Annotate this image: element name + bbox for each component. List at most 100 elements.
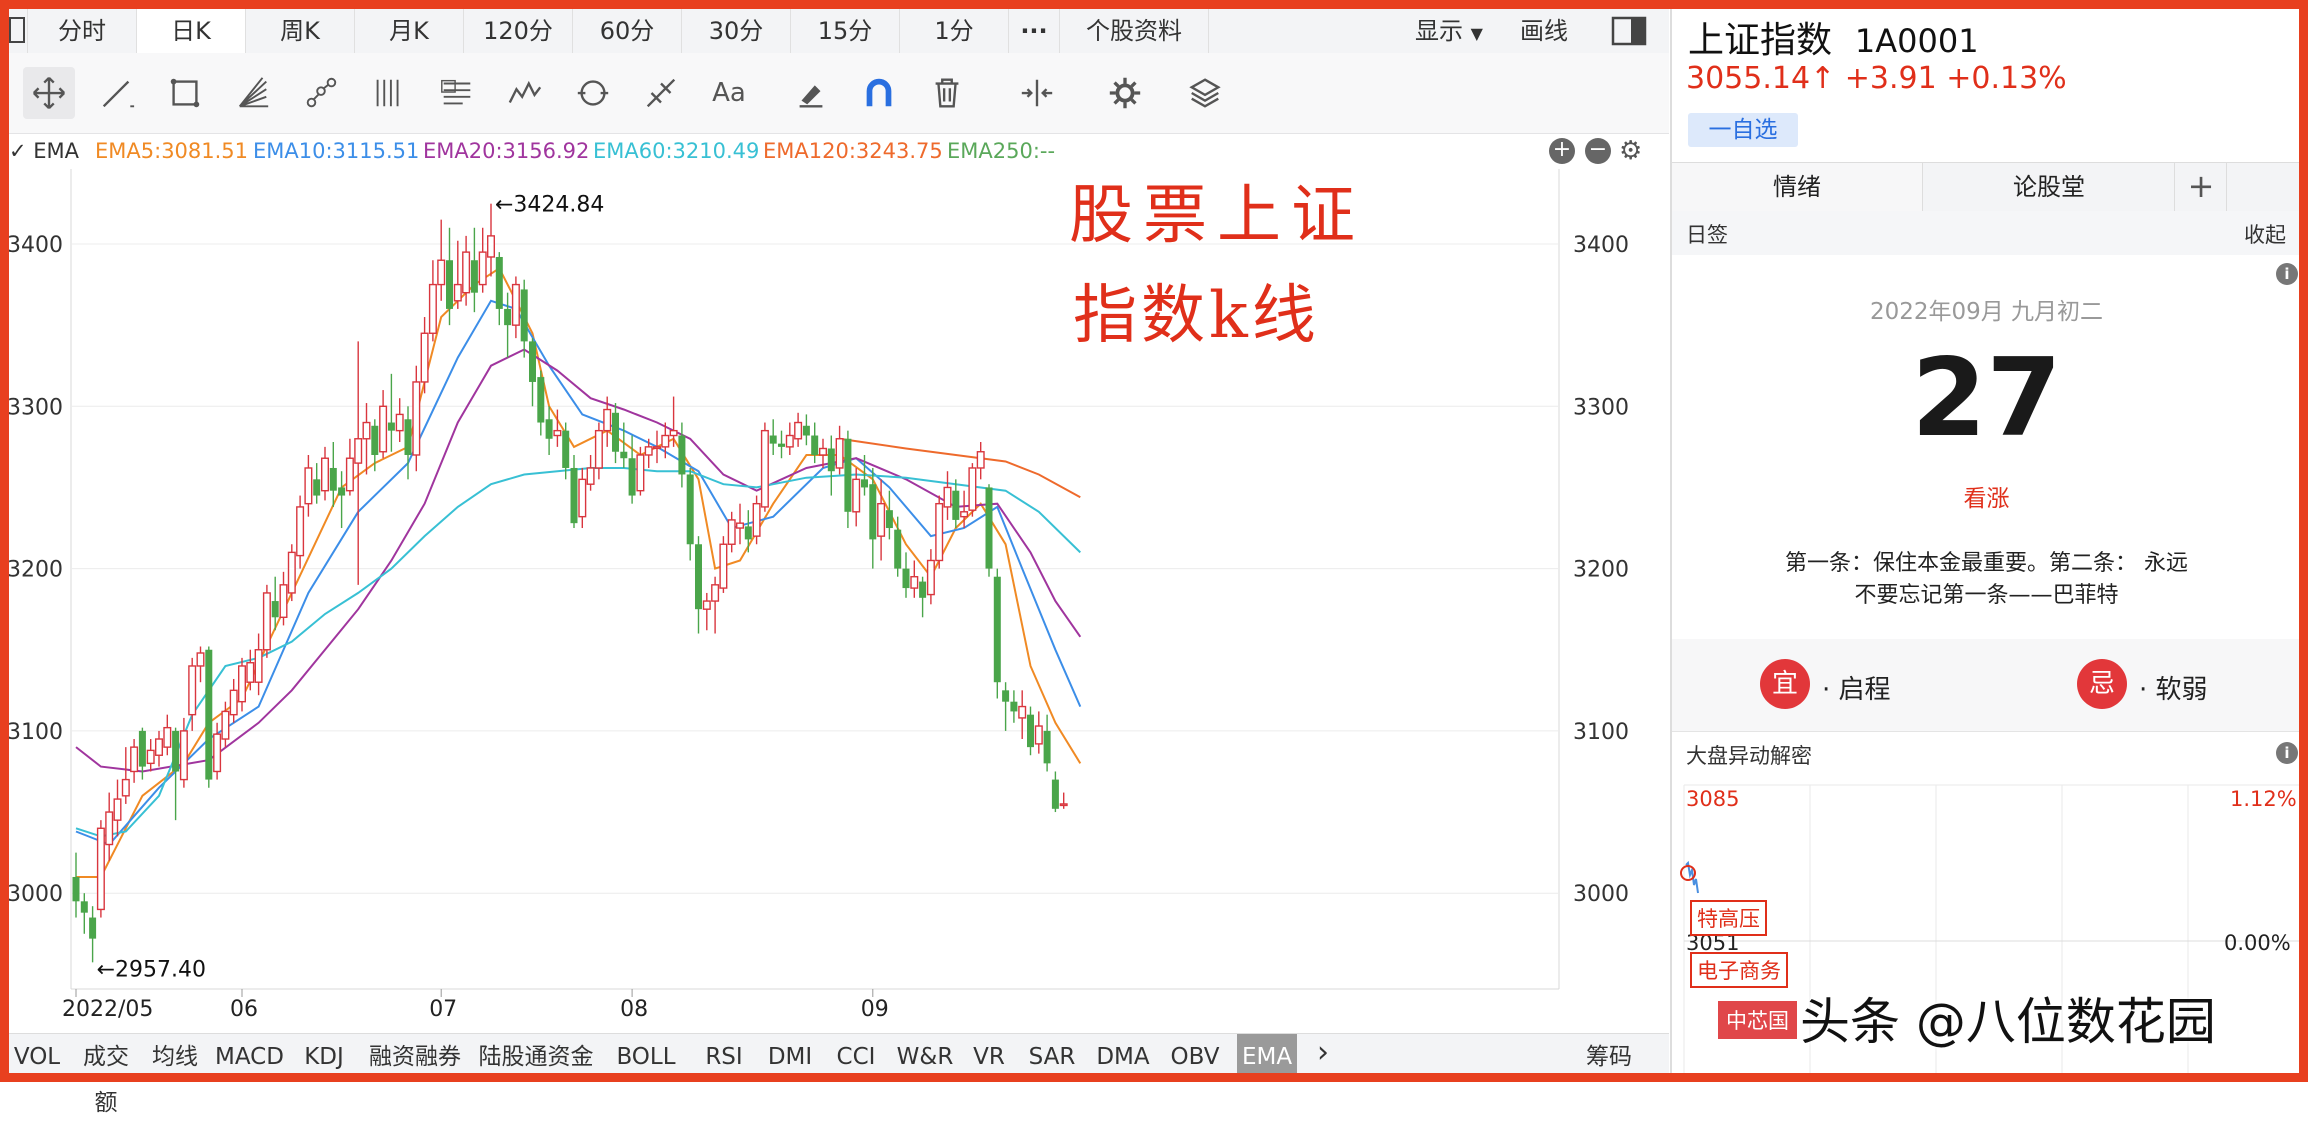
candle-body: [968, 467, 977, 511]
candle-body: [205, 649, 213, 780]
candle-body: [105, 811, 114, 846]
indicator-tab-vr[interactable]: VR: [967, 1034, 1011, 1074]
annotation-line1: 股票上证: [1069, 179, 1365, 253]
candle-body: [296, 506, 305, 557]
candle-body: [636, 454, 645, 492]
bad-text: · 软弱: [2139, 675, 2208, 705]
indicator-tab-kdj[interactable]: KDJ: [295, 1034, 353, 1074]
candle-body: [778, 443, 785, 447]
candle-body: [869, 484, 877, 540]
candle-body: [819, 447, 828, 456]
indicator-tab-cci[interactable]: CCI: [829, 1034, 883, 1074]
indicator-tab-[interactable]: 成交额: [77, 1034, 135, 1116]
mini-high-value: 3085: [1686, 787, 1740, 811]
candle-body: [919, 581, 927, 598]
tab-sentiment[interactable]: 情绪: [1672, 163, 1923, 211]
candle-body: [1051, 779, 1059, 809]
bad-badge: 忌: [2077, 659, 2127, 709]
indicator-tab-[interactable]: 均线: [147, 1034, 203, 1074]
indicator-tab-dma[interactable]: DMA: [1093, 1034, 1153, 1074]
x-tick-label: 09: [861, 997, 889, 1022]
candle-body: [379, 405, 388, 453]
tag-uhv[interactable]: 特高压: [1690, 900, 1767, 936]
indicator-tab-wr[interactable]: W&R: [895, 1034, 955, 1074]
candle-body: [246, 662, 255, 683]
candle-body: [179, 730, 188, 781]
index-price: 3055.14↑ +3.91 +0.13%: [1686, 61, 2067, 96]
market-move-header: 大盘异动解密 i: [1672, 731, 2301, 776]
tab-forum[interactable]: 论股堂: [1924, 163, 2175, 211]
x-tick-label: 07: [429, 997, 457, 1022]
daily-sign-header: 日签 收起: [1672, 211, 2301, 255]
collapse-button[interactable]: 收起: [2244, 219, 2286, 249]
candle-body: [213, 733, 222, 773]
candle-body: [545, 419, 553, 439]
indicator-tab-vol[interactable]: VOL: [9, 1034, 65, 1074]
indicator-tab-macd[interactable]: MACD: [215, 1034, 284, 1074]
add-watchlist-button[interactable]: 一自选: [1688, 113, 1798, 147]
candle-body: [1059, 803, 1068, 807]
candle-body: [72, 876, 80, 902]
indicator-tab-dmi[interactable]: DMI: [763, 1034, 817, 1074]
fortune-row: 宜 · 启程 忌 · 软弱: [1672, 639, 2301, 731]
x-tick-label: 06: [230, 997, 258, 1022]
mini-base-pct: 0.00%: [2224, 931, 2291, 955]
tag-ecommerce[interactable]: 电子商务: [1690, 952, 1788, 988]
indicator-tab-obv[interactable]: OBV: [1165, 1034, 1225, 1074]
candle-body: [138, 730, 146, 767]
candle-body: [420, 332, 429, 383]
candle-body: [985, 487, 993, 569]
candle-body: [196, 652, 205, 667]
quote-sidebar: 上证指数 1A0001 3055.14↑ +3.91 +0.13% 一自选 情绪…: [1670, 9, 2301, 1073]
candle-body: [412, 381, 421, 456]
candle-body: [827, 448, 835, 472]
add-tab-button[interactable]: +: [2176, 163, 2227, 211]
daily-quote-line2: 不要忘记第一条——巴菲特: [1854, 583, 2119, 608]
candle-body: [188, 665, 197, 716]
y-tick-label-left: 3300: [9, 395, 63, 420]
indicator-tab-boll[interactable]: BOLL: [607, 1034, 685, 1074]
candle-body: [811, 435, 819, 455]
index-name: 上证指数 1A0001: [1688, 20, 1979, 61]
candle-body: [478, 251, 487, 286]
candle-body: [943, 486, 952, 508]
market-info-icon[interactable]: i: [2276, 742, 2298, 764]
candle-body: [570, 467, 578, 524]
candle-body: [371, 425, 379, 455]
candle-body: [1043, 730, 1051, 764]
candle-body: [695, 544, 702, 610]
info-icon[interactable]: i: [2276, 263, 2298, 285]
candle-body: [802, 425, 810, 436]
indicator-tab-rsi[interactable]: RSI: [697, 1034, 751, 1074]
candle-body: [744, 526, 752, 540]
candle-body: [537, 377, 545, 423]
candle-body: [702, 600, 711, 610]
daily-mood: 看涨: [1963, 486, 2010, 512]
candle-body: [562, 430, 570, 468]
daily-date: 2022年09月 九月初二: [1869, 299, 2104, 325]
indicator-tab-[interactable]: 融资融券: [365, 1034, 465, 1074]
candle-body: [520, 289, 528, 342]
candle-body: [146, 749, 155, 765]
y-tick-label-right: 3300: [1573, 395, 1629, 420]
candle-body: [594, 429, 603, 469]
tag-smic[interactable]: 中芯国: [1718, 1001, 1797, 1039]
candle-body: [644, 446, 653, 456]
candle-body: [345, 457, 354, 492]
candle-body: [1018, 705, 1027, 719]
candle-body: [279, 584, 288, 618]
candle-body: [121, 778, 130, 797]
daily-quote-line1: 第一条：保住本金最重要。第二条： 永远: [1785, 551, 2188, 576]
candle-body: [321, 457, 330, 492]
ema-line-ema60: [75, 467, 1081, 838]
candle-body: [271, 601, 279, 618]
candle-body: [504, 308, 512, 326]
indicator-tab-sar[interactable]: SAR: [1023, 1034, 1081, 1074]
indicator-more-icon[interactable]: ›: [1309, 1034, 1337, 1074]
indicator-tab-[interactable]: 陆股通资金: [477, 1034, 595, 1074]
candle-body: [935, 502, 944, 562]
chips-tab[interactable]: 筹码: [1569, 1034, 1649, 1074]
indicator-tab-ema[interactable]: EMA: [1237, 1034, 1297, 1074]
y-tick-label-left: 3000: [9, 882, 63, 907]
candle-body: [711, 584, 720, 602]
